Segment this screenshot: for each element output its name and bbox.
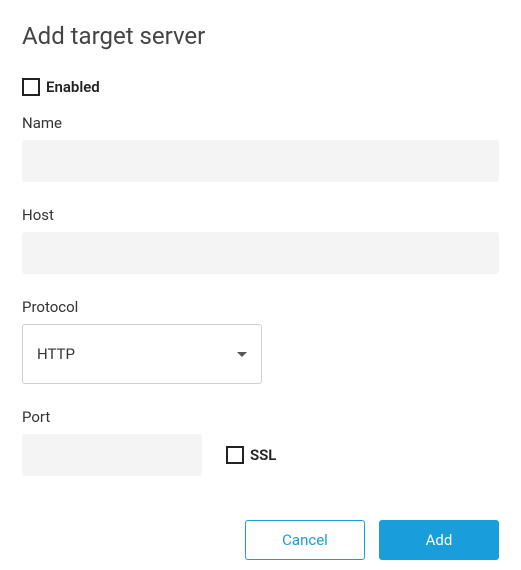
name-input[interactable] (22, 140, 499, 182)
name-field: Name (22, 114, 499, 182)
port-label: Port (22, 408, 202, 426)
button-row: Cancel Add (22, 520, 499, 560)
port-row: Port SSL (22, 408, 499, 476)
name-label: Name (22, 114, 499, 132)
port-input[interactable] (22, 434, 202, 476)
add-button[interactable]: Add (379, 520, 499, 560)
protocol-select[interactable]: HTTP (22, 324, 262, 384)
host-label: Host (22, 206, 499, 224)
enabled-checkbox[interactable] (22, 78, 40, 96)
ssl-checkbox[interactable] (226, 446, 244, 464)
protocol-field: Protocol HTTP (22, 298, 499, 384)
ssl-label: SSL (250, 446, 276, 464)
enabled-row: Enabled (22, 78, 499, 96)
enabled-label: Enabled (46, 78, 100, 96)
host-input[interactable] (22, 232, 499, 274)
cancel-button[interactable]: Cancel (245, 520, 365, 560)
protocol-value: HTTP (37, 345, 75, 363)
protocol-label: Protocol (22, 298, 499, 316)
dialog-title: Add target server (22, 22, 499, 50)
host-field: Host (22, 206, 499, 274)
ssl-row: SSL (226, 434, 276, 476)
port-field: Port (22, 408, 202, 476)
chevron-down-icon (237, 352, 247, 357)
